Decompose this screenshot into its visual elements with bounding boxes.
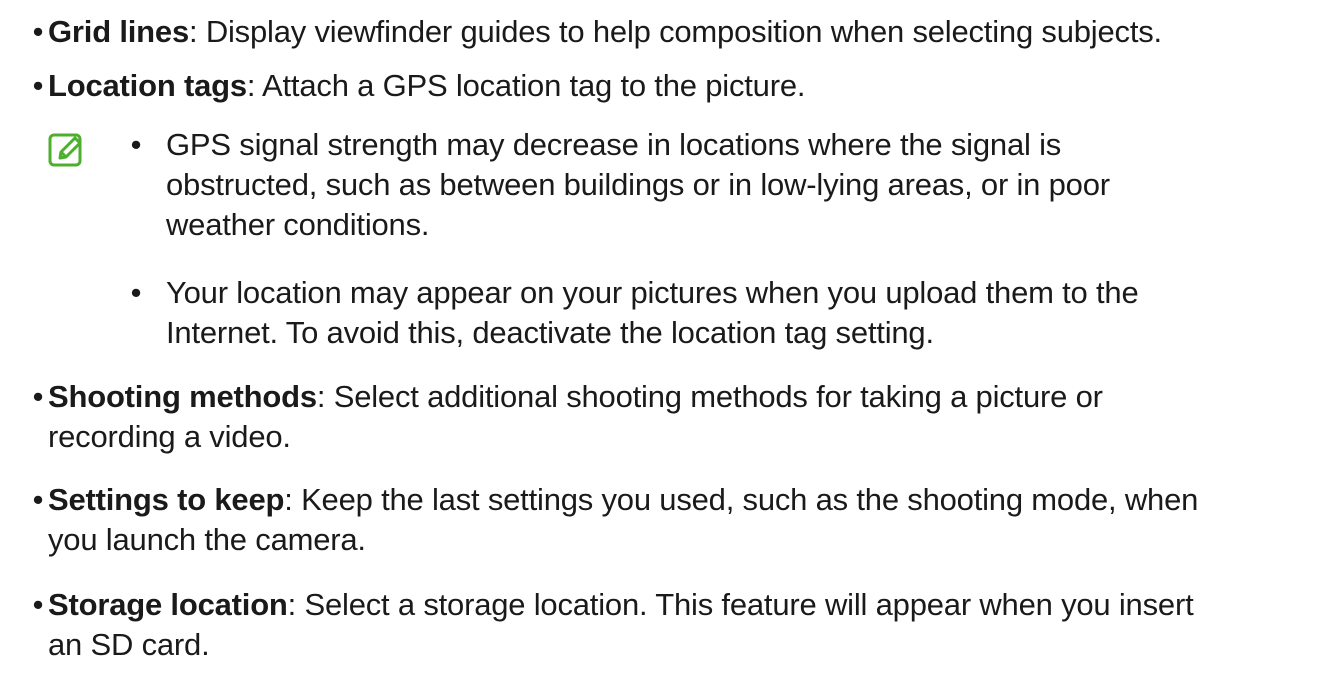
note-line: weather conditions. xyxy=(166,207,430,242)
list-item-location-tags: • Location tags: Attach a GPS location t… xyxy=(0,66,1300,106)
term-settings-to-keep: Settings to keep xyxy=(48,482,285,517)
list-item-storage-location: • Storage location: Select a storage loc… xyxy=(0,585,1300,665)
bullet: • xyxy=(32,587,44,622)
desc-line: recording a video. xyxy=(48,419,291,454)
desc-line: an SD card. xyxy=(48,627,210,662)
note-line: Internet. To avoid this, deactivate the … xyxy=(166,315,934,350)
desc-line: Select additional shooting methods for t… xyxy=(333,379,1103,414)
separator: : xyxy=(287,587,305,622)
item-text: Storage location: Select a storage locat… xyxy=(48,585,1300,625)
bullet: • xyxy=(32,482,44,517)
desc-line: Select a storage location. This feature … xyxy=(304,587,1194,622)
bullet: • xyxy=(130,127,142,162)
separator: : xyxy=(316,379,334,414)
note-item-gps-signal: • GPS signal strength may decrease in lo… xyxy=(0,125,1300,245)
item-text: Settings to keep: Keep the last settings… xyxy=(48,480,1300,520)
term-storage-location: Storage location xyxy=(48,587,288,622)
list-item-settings-to-keep: • Settings to keep: Keep the last settin… xyxy=(0,480,1300,560)
separator: : xyxy=(284,482,302,517)
bullet: • xyxy=(130,275,142,310)
desc-grid-lines: Display viewfinder guides to help compos… xyxy=(205,14,1162,49)
term-shooting-methods: Shooting methods xyxy=(48,379,317,414)
item-text: Location tags: Attach a GPS location tag… xyxy=(48,66,1300,106)
item-text: Grid lines: Display viewfinder guides to… xyxy=(48,12,1300,52)
note-item-location-privacy: • Your location may appear on your pictu… xyxy=(0,273,1300,353)
separator: : xyxy=(246,68,263,103)
desc-line: you launch the camera. xyxy=(48,522,366,557)
term-location-tags: Location tags xyxy=(48,68,247,103)
list-item-grid-lines: • Grid lines: Display viewfinder guides … xyxy=(0,12,1300,52)
bullet: • xyxy=(32,68,44,103)
item-text: Shooting methods: Select additional shoo… xyxy=(48,377,1300,417)
bullet: • xyxy=(32,14,44,49)
term-grid-lines: Grid lines xyxy=(48,14,189,49)
desc-location-tags: Attach a GPS location tag to the picture… xyxy=(262,68,806,103)
document-page: • Grid lines: Display viewfinder guides … xyxy=(0,0,1330,691)
list-item-shooting-methods: • Shooting methods: Select additional sh… xyxy=(0,377,1300,457)
separator: : xyxy=(188,14,206,49)
note-line: GPS signal strength may decrease in loca… xyxy=(166,127,1062,162)
bullet: • xyxy=(32,379,44,414)
note-line: obstructed, such as between buildings or… xyxy=(166,167,1110,202)
desc-line: Keep the last settings you used, such as… xyxy=(301,482,1199,517)
note-line: Your location may appear on your picture… xyxy=(166,275,1139,310)
